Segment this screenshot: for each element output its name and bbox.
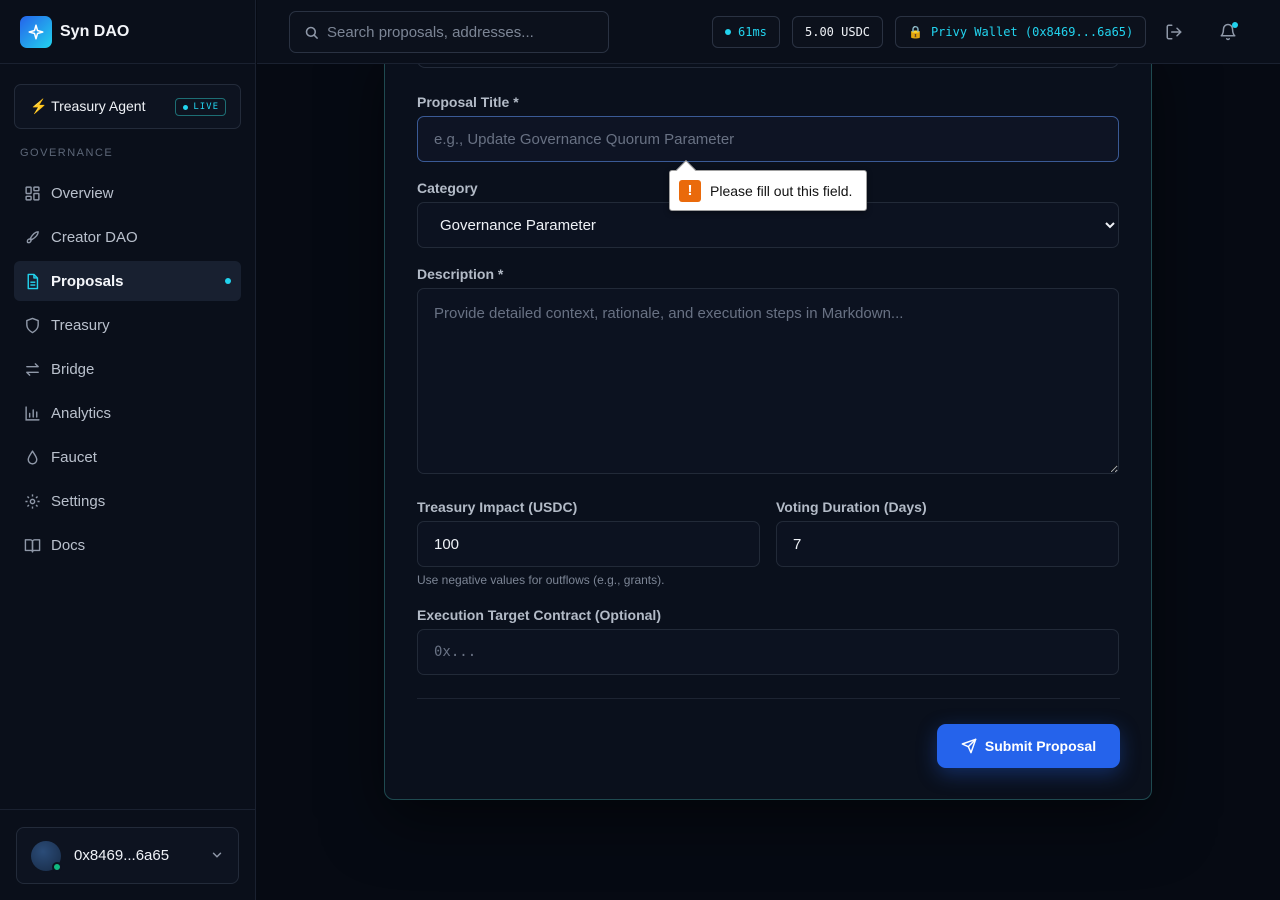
bar-chart-icon bbox=[25, 405, 40, 421]
sidebar-item-label: Settings bbox=[51, 492, 106, 510]
brand-name: Syn DAO bbox=[60, 22, 130, 40]
send-icon bbox=[961, 738, 977, 754]
balance-badge: 5.00 USDC bbox=[792, 16, 884, 48]
new-proposal-form: Proposal Title * Category Governance Par… bbox=[384, 31, 1152, 800]
status-dot-icon bbox=[725, 29, 731, 35]
sidebar-item-label: Docs bbox=[51, 536, 86, 554]
account-switcher[interactable]: 0x8469...6a65 bbox=[16, 827, 239, 884]
latency-indicator: 61ms bbox=[712, 16, 780, 48]
chevron-down-icon bbox=[212, 852, 222, 858]
description-textarea[interactable] bbox=[417, 288, 1119, 474]
lock-icon: 🔒 bbox=[908, 25, 923, 39]
live-dot-icon bbox=[183, 104, 189, 110]
sidebar-item-proposals[interactable]: Proposals bbox=[14, 261, 241, 301]
sidebar-item-analytics[interactable]: Analytics bbox=[14, 393, 241, 433]
layout-grid-icon bbox=[25, 185, 40, 201]
live-badge: LIVE bbox=[175, 98, 226, 116]
submit-proposal-button[interactable]: Submit Proposal bbox=[937, 724, 1120, 768]
brand[interactable]: Syn DAO bbox=[0, 0, 255, 64]
book-icon bbox=[24, 538, 41, 553]
balance-value: 5.00 USDC bbox=[805, 25, 871, 39]
sidebar-item-docs[interactable]: Docs bbox=[14, 525, 241, 565]
title-label: Proposal Title * bbox=[417, 94, 519, 110]
wallet-button[interactable]: 🔒 Privy Wallet (0x8469...6a65) bbox=[895, 16, 1147, 48]
execution-target-label: Execution Target Contract (Optional) bbox=[417, 607, 661, 623]
live-badge-label: LIVE bbox=[193, 102, 219, 112]
execution-target-input[interactable] bbox=[417, 629, 1119, 675]
arrows-swap-icon bbox=[26, 362, 39, 376]
search-box[interactable] bbox=[289, 11, 609, 53]
sidebar-item-faucet[interactable]: Faucet bbox=[14, 437, 241, 477]
voting-duration-label: Voting Duration (Days) bbox=[776, 499, 927, 515]
treasury-impact-label: Treasury Impact (USDC) bbox=[417, 499, 578, 515]
file-text-icon bbox=[27, 273, 39, 289]
sidebar-item-creator-dao[interactable]: Creator DAO bbox=[14, 217, 241, 257]
sidebar-item-bridge[interactable]: Bridge bbox=[14, 349, 241, 389]
treasury-agent-card[interactable]: ⚡ Treasury Agent LIVE bbox=[14, 84, 241, 129]
treasury-impact-hint: Use negative values for outflows (e.g., … bbox=[417, 573, 665, 587]
sparkle-icon bbox=[20, 15, 52, 48]
voting-duration-input[interactable] bbox=[776, 521, 1119, 567]
online-status-icon bbox=[52, 861, 62, 872]
form-divider bbox=[417, 698, 1120, 699]
sidebar: Syn DAO ⚡ Treasury Agent LIVE GOVERNANCE… bbox=[0, 0, 256, 900]
rocket-icon bbox=[26, 230, 39, 243]
search-icon bbox=[305, 26, 318, 39]
sidebar-item-label: Creator DAO bbox=[51, 228, 138, 246]
sidebar-item-settings[interactable]: Settings bbox=[14, 481, 241, 521]
topbar: 61ms 5.00 USDC 🔒 Privy Wallet (0x8469...… bbox=[257, 0, 1280, 64]
treasury-impact-input[interactable] bbox=[417, 521, 760, 567]
category-label: Category bbox=[417, 180, 478, 196]
treasury-agent-label: ⚡ Treasury Agent bbox=[30, 98, 146, 114]
wallet-label: Privy Wallet (0x8469...6a65) bbox=[930, 25, 1134, 39]
validation-tooltip: ! Please fill out this field. bbox=[669, 160, 867, 211]
submit-proposal-label: Submit Proposal bbox=[984, 738, 1097, 754]
droplet-icon bbox=[27, 449, 38, 465]
sidebar-item-overview[interactable]: Overview bbox=[14, 173, 241, 213]
logout-icon bbox=[1166, 24, 1182, 40]
warning-icon: ! bbox=[679, 179, 701, 202]
gear-icon bbox=[25, 493, 40, 509]
active-indicator-dot bbox=[225, 278, 231, 284]
validation-message: Please fill out this field. bbox=[710, 182, 853, 199]
sidebar-item-label: Faucet bbox=[51, 448, 97, 466]
avatar bbox=[31, 840, 62, 872]
logout-button[interactable] bbox=[1162, 20, 1186, 44]
latency-value: 61ms bbox=[738, 25, 767, 39]
title-input[interactable] bbox=[417, 116, 1119, 162]
sidebar-item-treasury[interactable]: Treasury bbox=[14, 305, 241, 345]
sidebar-item-label: Bridge bbox=[51, 360, 95, 378]
notification-dot bbox=[1232, 22, 1238, 28]
sidebar-item-label: Overview bbox=[51, 184, 114, 202]
sidebar-item-label: Treasury bbox=[51, 316, 110, 334]
shield-icon bbox=[26, 317, 39, 333]
sidebar-item-label: Analytics bbox=[51, 404, 112, 422]
section-label: GOVERNANCE bbox=[20, 147, 114, 159]
sidebar-item-label: Proposals bbox=[51, 272, 124, 290]
sidebar-nav: Overview Creator DAO Proposals Treasury … bbox=[14, 173, 241, 569]
sidebar-footer: 0x8469...6a65 bbox=[0, 809, 256, 900]
notifications-button[interactable] bbox=[1216, 20, 1240, 44]
search-input[interactable] bbox=[327, 23, 597, 41]
description-label: Description * bbox=[417, 266, 504, 282]
account-address: 0x8469...6a65 bbox=[74, 847, 170, 864]
